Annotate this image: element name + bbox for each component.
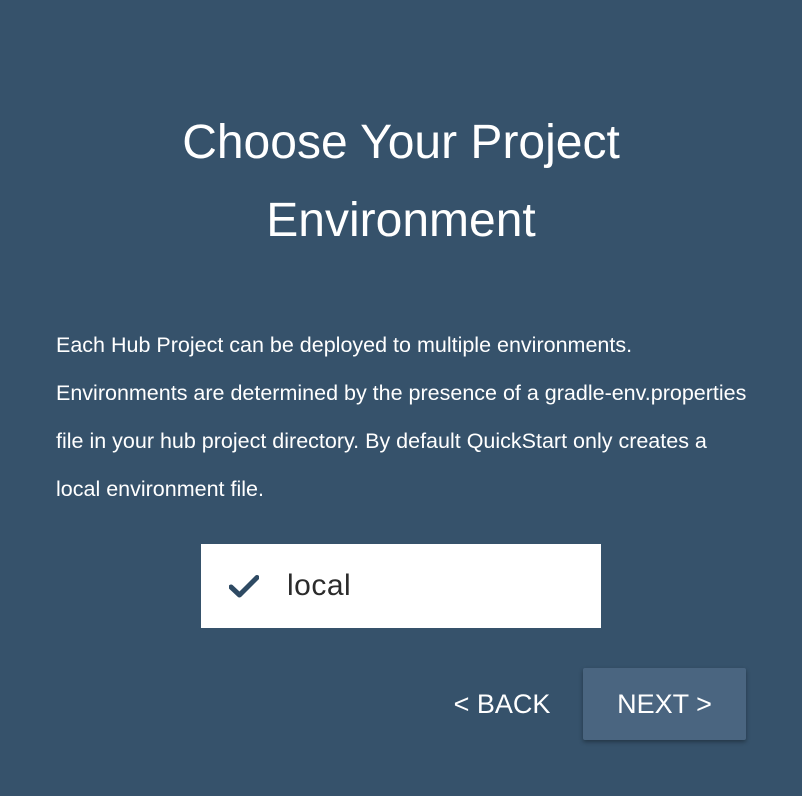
check-icon bbox=[229, 574, 259, 598]
environment-label: local bbox=[287, 569, 352, 602]
page-title-line-1: Choose Your Project bbox=[182, 116, 620, 169]
environment-option-local[interactable]: local bbox=[201, 544, 601, 628]
page-title: Choose Your Project Environment bbox=[0, 104, 802, 260]
environment-list: local bbox=[201, 544, 601, 628]
next-button[interactable]: NEXT > bbox=[583, 668, 746, 740]
page-title-line-2: Environment bbox=[266, 194, 536, 247]
page-description: Each Hub Project can be deployed to mult… bbox=[56, 333, 747, 501]
back-button[interactable]: < BACK bbox=[440, 672, 564, 736]
